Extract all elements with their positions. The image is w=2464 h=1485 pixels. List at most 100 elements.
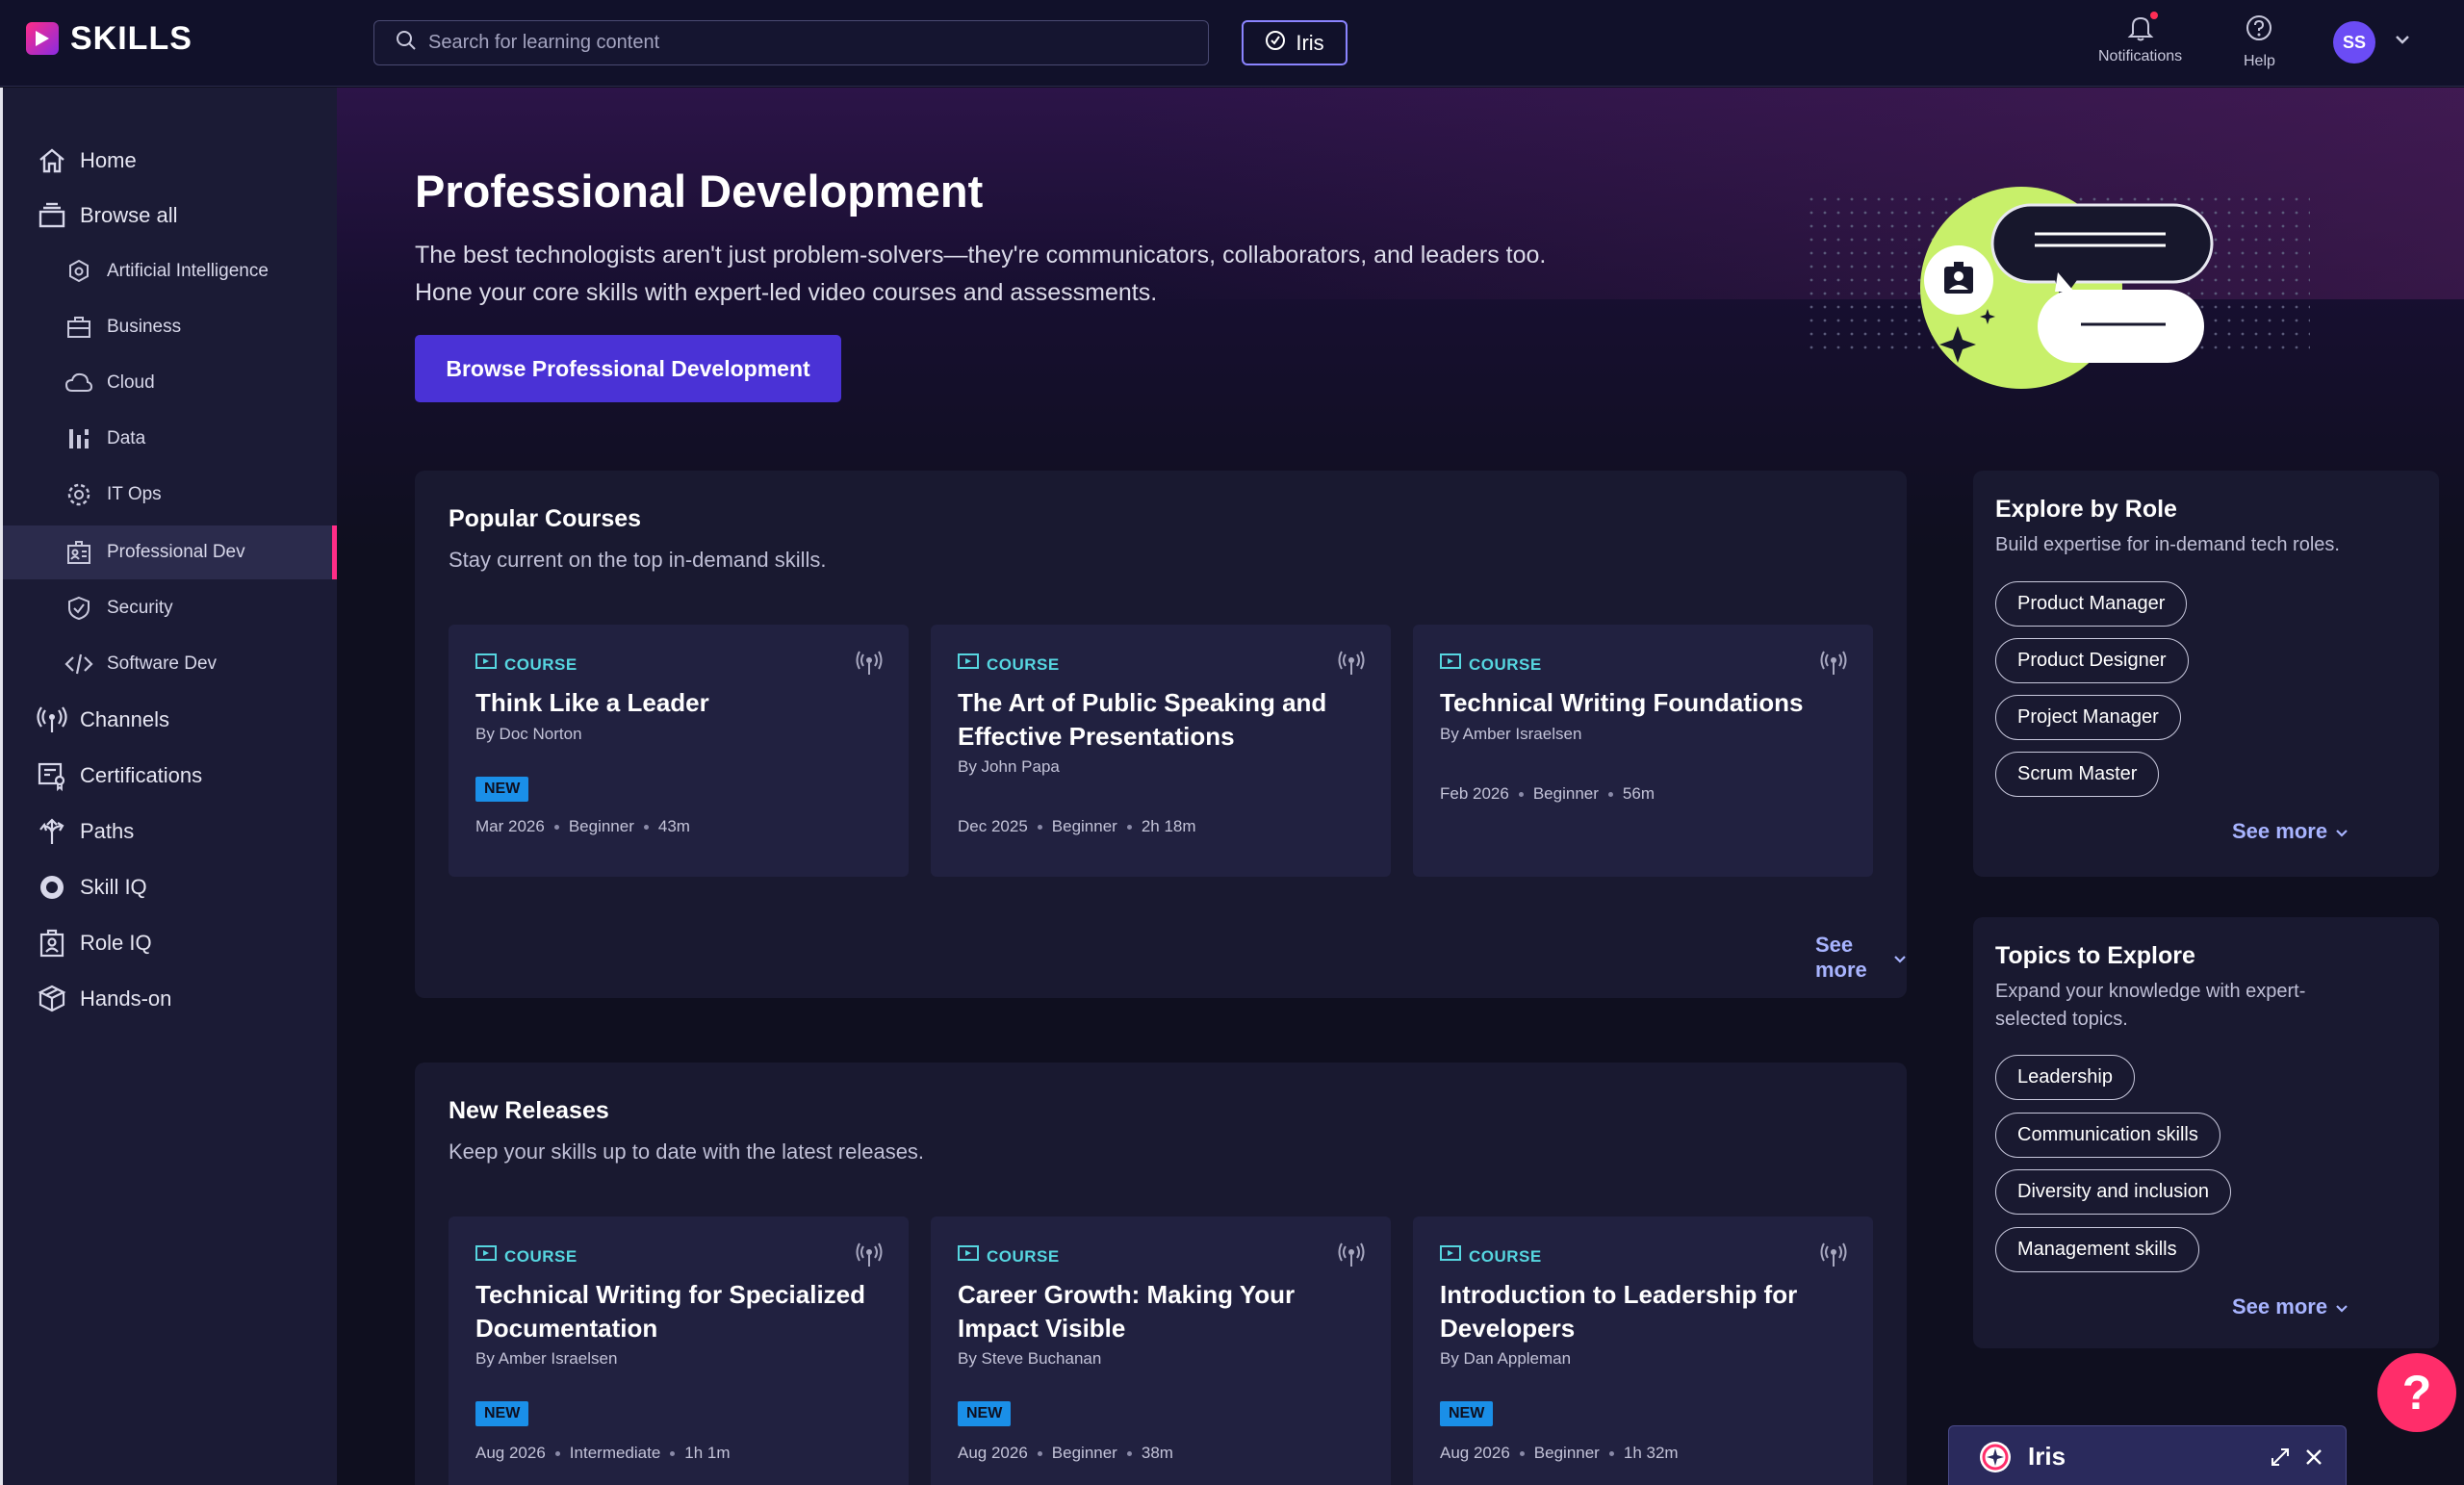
sidebar-item-data[interactable]: Data bbox=[3, 414, 337, 464]
briefcase-icon bbox=[64, 313, 93, 342]
topics-see-more-link[interactable]: See more bbox=[2232, 1294, 2348, 1319]
search-bar[interactable] bbox=[373, 20, 1209, 65]
broadcast-icon[interactable] bbox=[1819, 1242, 1848, 1273]
sidebar-item-hands-on[interactable]: Hands-on bbox=[3, 974, 337, 1024]
sidebar-item-skill-iq[interactable]: Skill IQ bbox=[3, 862, 337, 912]
sidebar-item-label: Artificial Intelligence bbox=[107, 261, 269, 281]
home-icon bbox=[36, 144, 68, 177]
sidebar-item-paths[interactable]: Paths bbox=[3, 807, 337, 857]
topic-chip-leadership[interactable]: Leadership bbox=[1995, 1055, 2135, 1100]
course-date: Aug 2026 bbox=[1440, 1444, 1510, 1462]
sidebar-item-label: Certifications bbox=[80, 763, 203, 787]
topic-chip-communication-skills[interactable]: Communication skills bbox=[1995, 1113, 2220, 1158]
sidebar-item-software-dev[interactable]: Software Dev bbox=[3, 639, 337, 689]
code-icon bbox=[64, 650, 93, 678]
help-button[interactable]: Help bbox=[2244, 13, 2275, 70]
explore-by-role-title: Explore by Role bbox=[1995, 496, 2177, 523]
course-duration: 56m bbox=[1622, 784, 1655, 803]
avatar[interactable]: SS bbox=[2333, 21, 2375, 64]
role-chip-product-manager[interactable]: Product Manager bbox=[1995, 581, 2188, 627]
topic-chip-management-skills[interactable]: Management skills bbox=[1995, 1227, 2199, 1272]
sidebar-item-artificial-intelligence[interactable]: Artificial Intelligence bbox=[3, 246, 337, 296]
sidebar-item-label: Hands-on bbox=[80, 986, 172, 1011]
course-date: Feb 2026 bbox=[1440, 784, 1509, 803]
hands-on-icon bbox=[36, 983, 68, 1015]
course-duration: 38m bbox=[1141, 1444, 1173, 1462]
iris-chat-dock[interactable]: Iris bbox=[1948, 1425, 2347, 1485]
course-title: The Art of Public Speaking and Effective… bbox=[958, 688, 1327, 751]
popular-courses-panel: Popular Courses Stay current on the top … bbox=[415, 471, 1907, 998]
sidebar-item-certifications[interactable]: Certifications bbox=[3, 751, 337, 801]
role-iq-icon bbox=[36, 927, 68, 960]
course-card[interactable]: COURSE Career Growth: Making Your Impact… bbox=[931, 1216, 1391, 1485]
iris-button[interactable]: Iris bbox=[1242, 20, 1348, 65]
broadcast-icon[interactable] bbox=[1819, 650, 1848, 681]
help-label: Help bbox=[2244, 53, 2275, 69]
iris-dock-label: Iris bbox=[2028, 1442, 2066, 1471]
course-icon bbox=[1440, 1245, 1461, 1267]
broadcast-icon[interactable] bbox=[1337, 1242, 1366, 1273]
sidebar-item-security[interactable]: Security bbox=[3, 583, 337, 633]
course-card[interactable]: COURSE Technical Writing for Specialized… bbox=[449, 1216, 909, 1485]
topic-chip-diversity-and-inclusion[interactable]: Diversity and inclusion bbox=[1995, 1169, 2231, 1215]
course-meta: Mar 2026 Beginner 43m bbox=[475, 817, 690, 836]
brand-name: SKILLS bbox=[70, 19, 192, 57]
course-level: Beginner bbox=[568, 817, 634, 835]
popular-see-more-link[interactable]: See more bbox=[1815, 933, 1907, 983]
search-input[interactable] bbox=[428, 32, 1198, 54]
shield-icon bbox=[64, 594, 93, 623]
role-chip-project-manager[interactable]: Project Manager bbox=[1995, 695, 2181, 740]
sidebar-item-label: Skill IQ bbox=[80, 875, 147, 899]
chevron-down-icon bbox=[2335, 1294, 2348, 1319]
course-card[interactable]: COURSE Think Like a Leader By Doc Norton… bbox=[449, 625, 909, 877]
course-icon bbox=[1440, 653, 1461, 676]
course-card[interactable]: COURSE Technical Writing Foundations By … bbox=[1413, 625, 1873, 877]
course-author: By Amber Israelsen bbox=[475, 1349, 618, 1368]
broadcast-icon[interactable] bbox=[855, 650, 884, 681]
paths-icon bbox=[36, 815, 68, 848]
course-author: By Doc Norton bbox=[475, 725, 582, 743]
roles-see-more-link[interactable]: See more bbox=[2232, 819, 2348, 844]
course-card[interactable]: COURSE Introduction to Leadership for De… bbox=[1413, 1216, 1873, 1485]
brand-logo[interactable]: SKILLS bbox=[26, 19, 192, 57]
iris-logo-icon bbox=[1978, 1440, 2013, 1479]
help-circle-icon bbox=[2245, 13, 2273, 47]
course-title: Introduction to Leadership for Developer… bbox=[1440, 1280, 1798, 1343]
course-duration: 2h 18m bbox=[1141, 817, 1196, 835]
expand-icon[interactable] bbox=[2271, 1447, 2290, 1472]
course-title: Technical Writing Foundations bbox=[1440, 688, 1804, 717]
sidebar-item-channels[interactable]: Channels bbox=[3, 695, 337, 745]
course-meta: Aug 2026 Intermediate 1h 1m bbox=[475, 1444, 731, 1463]
sidebar-item-cloud[interactable]: Cloud bbox=[3, 358, 337, 408]
course-level: Beginner bbox=[1532, 784, 1599, 803]
sidebar-item-business[interactable]: Business bbox=[3, 302, 337, 352]
course-duration: 1h 1m bbox=[684, 1444, 731, 1462]
new-badge: NEW bbox=[475, 777, 529, 802]
role-chip-product-designer[interactable]: Product Designer bbox=[1995, 638, 2189, 683]
course-tag: COURSE bbox=[475, 1245, 578, 1267]
gear-icon bbox=[64, 480, 93, 509]
broadcast-icon[interactable] bbox=[855, 1242, 884, 1273]
skill-iq-icon bbox=[36, 871, 68, 904]
notifications-button[interactable]: Notifications bbox=[2098, 12, 2182, 65]
course-author: By Dan Appleman bbox=[1440, 1349, 1572, 1368]
sidebar-item-it-ops[interactable]: IT Ops bbox=[3, 470, 337, 520]
sidebar-item-home[interactable]: Home bbox=[3, 136, 337, 186]
sidebar-item-role-iq[interactable]: Role IQ bbox=[3, 918, 337, 968]
course-card[interactable]: COURSE The Art of Public Speaking and Ef… bbox=[931, 625, 1391, 877]
broadcast-icon[interactable] bbox=[1337, 650, 1366, 681]
sidebar-item-browse-all[interactable]: Browse all bbox=[3, 191, 337, 241]
explore-by-role-panel: Explore by Role Build expertise for in-d… bbox=[1973, 471, 2439, 877]
close-icon[interactable] bbox=[2305, 1448, 2323, 1471]
course-title: Think Like a Leader bbox=[475, 688, 709, 717]
course-icon bbox=[958, 653, 979, 676]
chevron-down-icon[interactable] bbox=[2394, 33, 2411, 50]
course-author: By Steve Buchanan bbox=[958, 1349, 1102, 1368]
browse-professional-development-button[interactable]: Browse Professional Development bbox=[415, 335, 841, 402]
role-chip-scrum-master[interactable]: Scrum Master bbox=[1995, 752, 2160, 797]
explore-by-role-subtitle: Build expertise for in-demand tech roles… bbox=[1995, 534, 2340, 555]
play-logo-icon bbox=[26, 22, 59, 55]
page-title: Professional Development bbox=[415, 166, 984, 217]
help-fab-button[interactable]: ? bbox=[2377, 1353, 2456, 1432]
sidebar-item-professional-dev[interactable]: Professional Dev bbox=[3, 525, 337, 579]
